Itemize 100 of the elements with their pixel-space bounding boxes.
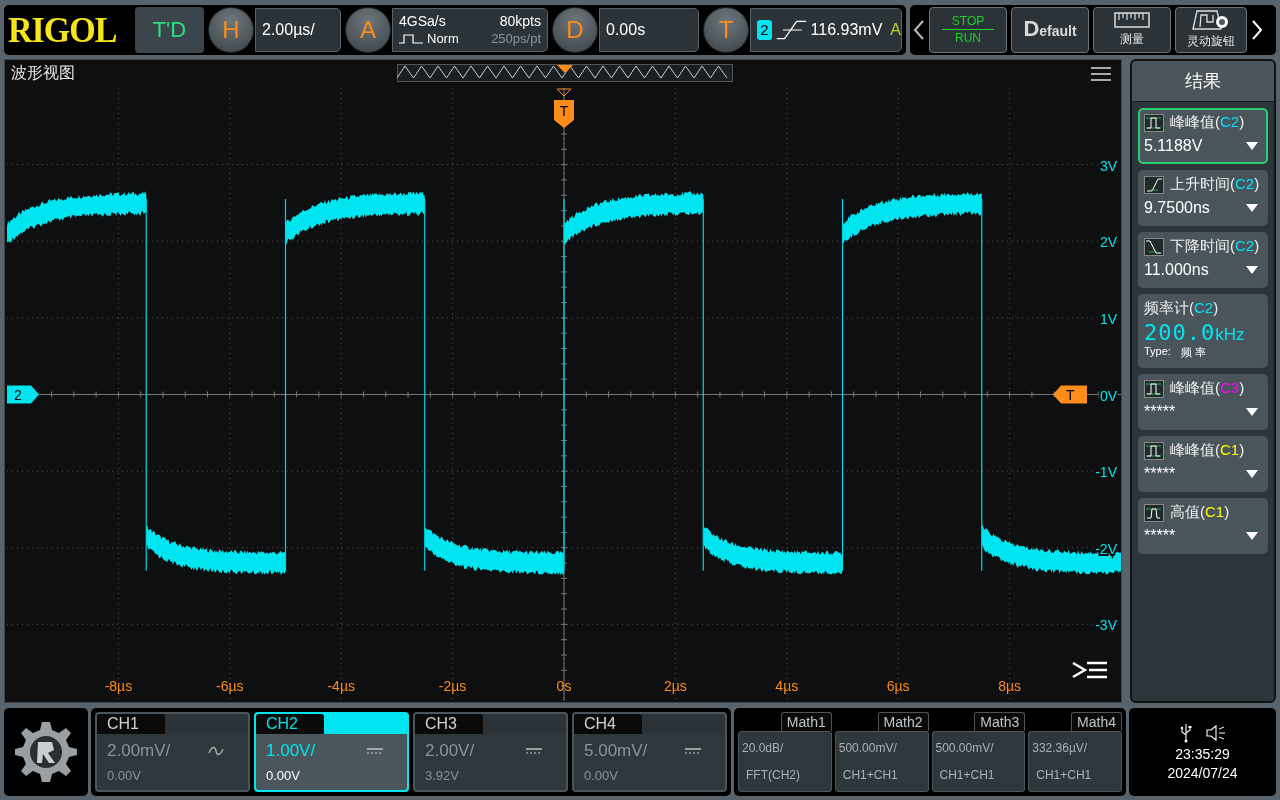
sample-rate: 4GSa/s [399,11,446,30]
knob-button[interactable]: 灵动旋钮 [1175,6,1247,53]
measurement-value: ***** [1144,526,1176,545]
dropdown-caret-icon[interactable] [1246,265,1258,274]
dc-coupling-icon [685,747,701,756]
pulse-icon [1144,379,1164,398]
axis-label: -8µs [104,677,133,694]
speaker-icon [1205,724,1226,743]
measurement-card[interactable]: 峰峰值(C3) ***** [1138,373,1268,430]
knob-icon [1191,9,1231,30]
vertical-scale: 2.00mV/ [107,741,171,762]
pulse-icon [1144,113,1164,132]
vertical-offset: 0.00V [266,767,301,783]
sample-resolution: 250ps/pt [491,29,541,48]
view-title: 波形视图 [11,63,75,84]
default-button[interactable]: Default [1011,6,1089,53]
math-source: CH1+CH1 [938,768,996,783]
channel-marker: 2 [7,385,39,404]
measurement-value: ***** [1144,464,1176,483]
dc-coupling-icon [367,747,383,756]
dropdown-caret-icon[interactable] [1246,407,1258,416]
pulse-icon [1144,441,1164,460]
run-stop-button[interactable]: STOP RUN [929,6,1007,53]
unit-label: kHz [1215,324,1245,345]
channel-tab: CH4 [574,714,642,735]
measurement-name: 高值(C1) [1170,503,1230,523]
channel-card[interactable]: CH4 5.00mV/ 0.00V [572,712,727,792]
measurement-value: 9.7500ns [1144,198,1210,217]
measurement-card[interactable]: 峰峰值(C1) ***** [1138,435,1268,492]
vertical-scale: 5.00mV/ [584,741,648,762]
measurement-name: 峰峰值(C1) [1170,441,1245,461]
axis-label: -6µs [216,677,244,694]
mode-button[interactable]: T'D [134,6,204,53]
trigger-level-marker: T [1053,385,1087,404]
vertical-offset: 3.92V [425,767,460,783]
dc-coupling-icon [526,747,542,756]
measurement-card[interactable]: 下降时间(C2) 11.000ns [1138,231,1268,288]
math-tab: Math1 [780,712,832,732]
trigger-source-badge: 2 [757,19,772,40]
memory-depth: 80kpts [499,11,541,30]
measurement-name: 下降时间(C2) [1170,237,1260,257]
vertical-offset: 0.00V [107,767,142,783]
trigger-sweep: A [890,20,901,39]
scroll-left-icon[interactable] [913,18,925,41]
axis-label: 6µs [886,677,910,694]
measurement-card[interactable]: 频率计(C2) 200.0kHz Type: 频 率 [1138,293,1268,368]
scroll-right-icon[interactable] [1251,18,1263,41]
pulse-icon [1144,503,1164,522]
dropdown-caret-icon[interactable] [1246,141,1258,150]
menu-icon[interactable] [1091,66,1111,81]
clock-time: 23:35:29 [1175,746,1230,763]
measurement-card[interactable]: 峰峰值(C2) 5.1188V [1138,107,1268,164]
axis-label: -2µs [438,677,467,694]
axis-label: 3V [1099,157,1117,174]
measurement-name: 峰峰值(C2) [1170,113,1245,133]
acquire-field[interactable]: 4GSa/s 80kpts Norm 250ps/pt [392,7,548,52]
ruler-icon [1114,11,1150,28]
math-source: FFT(CH2) [745,768,801,783]
dropdown-caret-icon[interactable] [1246,203,1258,212]
trigger-field[interactable]: 2 116.93mV A [750,7,902,52]
axis-label: 0V [1099,387,1117,404]
axis-label: 8µs [998,677,1022,694]
dropdown-caret-icon[interactable] [1246,531,1258,540]
channel-tab: CH1 [97,714,165,735]
math-scale: 20.0dB/ [742,740,785,755]
falling-edge-icon [1144,237,1164,256]
rising-edge-icon [1144,175,1164,194]
dropdown-caret-icon[interactable] [1246,469,1258,478]
axis-label: 2µs [663,677,687,694]
type-value: 频 率 [1180,344,1206,360]
gear-logo-icon[interactable] [4,708,88,796]
measure-button[interactable]: 测量 [1093,6,1171,53]
channel-card[interactable]: CH2 1.00V/ 0.00V [254,712,409,792]
measurement-name: 上升时间(C2) [1170,175,1260,195]
ac-coupling-icon [208,746,224,757]
expand-icon[interactable] [1071,661,1109,679]
measurement-name: 频率计(C2) [1144,299,1219,319]
math-scale: 332.36µV/ [1032,740,1089,755]
measurement-value: 5.1188V [1144,136,1203,155]
measurement-value: ***** [1144,402,1176,421]
clock-date: 2024/07/24 [1167,765,1238,782]
channel-tab: CH2 [256,714,324,735]
overview-bar[interactable] [397,63,733,82]
math-tab: Math4 [1071,712,1122,732]
usb-icon [1179,723,1192,744]
channel-card[interactable]: CH1 2.00mV/ 0.00V [95,712,250,792]
measurement-card[interactable]: 高值(C1) ***** [1138,497,1268,554]
timebase-field[interactable]: 2.00µs/ [255,7,341,52]
vertical-offset: 0.00V [584,767,619,783]
axis-label: -3V [1095,617,1117,634]
delay-field[interactable]: 0.00s [599,7,699,52]
brand-logo: RIGOL [8,10,118,50]
math-source: CH1+CH1 [1035,768,1093,783]
measurement-card[interactable]: 上升时间(C2) 9.7500ns [1138,169,1268,226]
math-tab: Math3 [974,712,1026,732]
channel-card[interactable]: CH3 2.00V/ 3.92V [413,712,568,792]
type-label: Type: [1144,344,1171,359]
axis-label: -1V [1095,464,1117,480]
pulse-icon [399,32,423,45]
measurement-value: 200.0 [1144,319,1216,345]
